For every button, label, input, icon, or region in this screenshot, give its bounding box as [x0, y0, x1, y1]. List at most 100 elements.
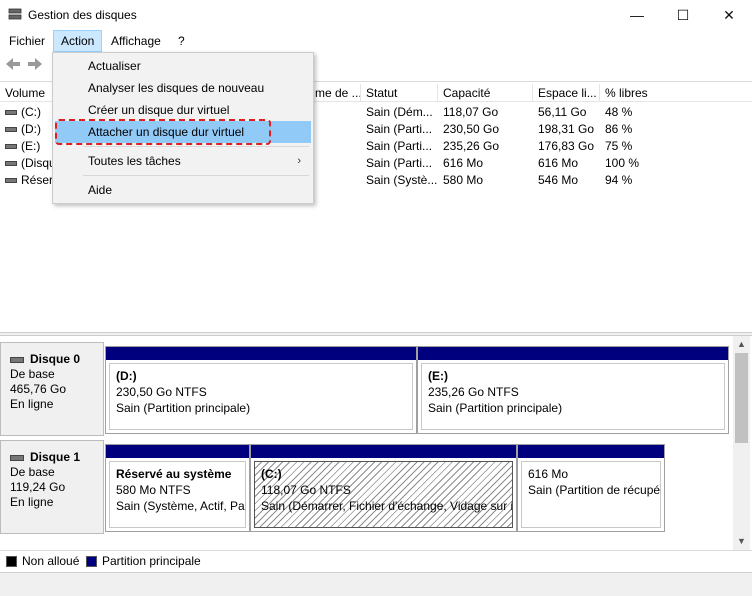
cell-pct: 100 %	[605, 156, 640, 170]
arrow-right-icon	[28, 58, 42, 70]
cell-capacity: 616 Mo	[443, 156, 484, 170]
partition-name: (E:)	[428, 369, 448, 383]
cell-free: 56,11 Go	[538, 105, 587, 119]
legend-primary: Partition principale	[86, 554, 201, 568]
legend: Non alloué Partition principale	[0, 550, 752, 572]
legend-swatch-black	[6, 555, 17, 567]
partition-body-selected: (C:) 118,07 Go NTFS Sain (Démarrer, Fich…	[254, 461, 513, 528]
partition-d[interactable]: (D:) 230,50 Go NTFS Sain (Partition prin…	[105, 346, 417, 434]
partition-status: Sain (Système, Actif, Partition principa…	[116, 499, 245, 513]
disk-0-state: En ligne	[10, 397, 54, 411]
cell-capacity: 118,07 Go	[443, 105, 499, 119]
menu-item-help[interactable]: Aide	[55, 179, 311, 201]
partition-body: (E:) 235,26 Go NTFS Sain (Partition prin…	[421, 363, 725, 430]
cell-volume: (D:)	[0, 121, 54, 138]
partition-size: 235,26 Go NTFS	[428, 385, 519, 399]
partition-body: Réservé au système 580 Mo NTFS Sain (Sys…	[109, 461, 246, 528]
volume-icon	[5, 110, 17, 116]
forward-button[interactable]	[25, 57, 45, 75]
cell-status: Sain (Parti...	[366, 122, 433, 136]
vertical-scrollbar[interactable]: ▲ ▼	[733, 336, 750, 550]
minimize-button[interactable]: —	[614, 0, 660, 30]
menu-help[interactable]: ?	[171, 30, 192, 52]
partition-body: (D:) 230,50 Go NTFS Sain (Partition prin…	[109, 363, 413, 430]
partition-c[interactable]: (C:) 118,07 Go NTFS Sain (Démarrer, Fich…	[250, 444, 517, 532]
scroll-thumb[interactable]	[735, 353, 748, 443]
menu-separator	[83, 175, 309, 176]
disk-icon	[10, 356, 24, 363]
volume-icon	[5, 161, 17, 167]
title-bar: Gestion des disques — ☐ ✕	[0, 0, 752, 30]
partition-status: Sain (Partition de récupération)	[528, 483, 661, 497]
disk-1-state: En ligne	[10, 495, 54, 509]
volume-icon	[5, 178, 17, 184]
menu-affichage[interactable]: Affichage	[104, 30, 168, 52]
cell-free: 546 Mo	[538, 173, 579, 187]
column-capacity[interactable]: Capacité	[438, 84, 533, 102]
partition-e[interactable]: (E:) 235,26 Go NTFS Sain (Partition prin…	[417, 346, 729, 434]
scroll-up-arrow-icon[interactable]: ▲	[733, 336, 750, 353]
partition-size: 580 Mo NTFS	[116, 483, 191, 497]
partition-size: 230,50 Go NTFS	[116, 385, 207, 399]
column-percent-free[interactable]: % libres	[600, 84, 752, 102]
partition-size: 118,07 Go NTFS	[261, 483, 351, 497]
menu-action[interactable]: Action	[53, 30, 103, 52]
arrow-left-icon	[6, 58, 20, 70]
cell-volume: (C:)	[0, 104, 54, 121]
back-button[interactable]	[3, 57, 23, 75]
partition-status: Sain (Démarrer, Fichier d'échange, Vidag…	[261, 499, 513, 513]
window-title: Gestion des disques	[28, 8, 137, 22]
disk-map: Disque 0 De base 465,76 Go En ligne (D:)…	[0, 336, 752, 550]
disk-1-type: De base	[10, 465, 55, 479]
legend-unallocated: Non alloué	[6, 554, 79, 568]
partition-name: (C:)	[261, 467, 282, 481]
cell-status: Sain (Dém...	[366, 105, 433, 119]
column-volume[interactable]: Volume	[0, 84, 56, 102]
disk-1-label[interactable]: Disque 1 De base 119,24 Go En ligne	[0, 440, 104, 534]
cell-capacity: 235,26 Go	[443, 139, 500, 153]
partition-recovery[interactable]: 616 Mo Sain (Partition de récupération)	[517, 444, 665, 532]
partition-status: Sain (Partition principale)	[116, 401, 251, 415]
cell-capacity: 580 Mo	[443, 173, 484, 187]
partition-status: Sain (Partition principale)	[428, 401, 563, 415]
disk-0-name: Disque 0	[10, 352, 103, 367]
partition-bar	[106, 445, 249, 458]
close-button[interactable]: ✕	[706, 0, 752, 30]
partition-bar	[518, 445, 664, 458]
disk-icon	[10, 454, 24, 461]
cell-status: Sain (Parti...	[366, 156, 433, 170]
disk-1-size: 119,24 Go	[10, 480, 66, 494]
maximize-button[interactable]: ☐	[660, 0, 706, 30]
partition-system-reserved[interactable]: Réservé au système 580 Mo NTFS Sain (Sys…	[105, 444, 250, 532]
column-free-space[interactable]: Espace li...	[533, 84, 600, 102]
cell-pct: 48 %	[605, 105, 633, 119]
partition-bar	[418, 347, 728, 360]
cell-free: 198,31 Go	[538, 122, 595, 136]
cell-free: 616 Mo	[538, 156, 579, 170]
annotation-highlight	[55, 119, 271, 145]
cell-pct: 94 %	[605, 173, 633, 187]
menu-item-rescan-disks[interactable]: Analyser les disques de nouveau	[55, 77, 311, 99]
partition-body: 616 Mo Sain (Partition de récupération)	[521, 461, 661, 528]
menu-separator	[83, 146, 309, 147]
legend-swatch-blue	[86, 555, 97, 567]
cell-volume: (Disqu	[0, 155, 54, 172]
cell-status: Sain (Parti...	[366, 139, 433, 153]
disk-0-label[interactable]: Disque 0 De base 465,76 Go En ligne	[0, 342, 104, 436]
cell-capacity: 230,50 Go	[443, 122, 500, 136]
partition-bar	[106, 347, 416, 360]
column-type[interactable]: me de ...	[310, 84, 361, 102]
disk-0-size: 465,76 Go	[10, 382, 67, 396]
menu-item-create-vhd[interactable]: Créer un disque dur virtuel	[55, 99, 311, 121]
submenu-arrow-icon: ›	[297, 155, 301, 167]
cell-status: Sain (Systè...	[366, 173, 438, 187]
cell-volume: Réserv	[0, 172, 54, 189]
partition-size: 616 Mo	[528, 467, 569, 481]
menu-item-all-tasks[interactable]: Toutes les tâches ›	[55, 150, 311, 172]
disk-0-type: De base	[10, 367, 55, 381]
cell-pct: 86 %	[605, 122, 633, 136]
menu-fichier[interactable]: Fichier	[2, 30, 52, 52]
menu-item-refresh[interactable]: Actualiser	[55, 55, 311, 77]
scroll-down-arrow-icon[interactable]: ▼	[733, 533, 750, 550]
column-status[interactable]: Statut	[361, 84, 438, 102]
